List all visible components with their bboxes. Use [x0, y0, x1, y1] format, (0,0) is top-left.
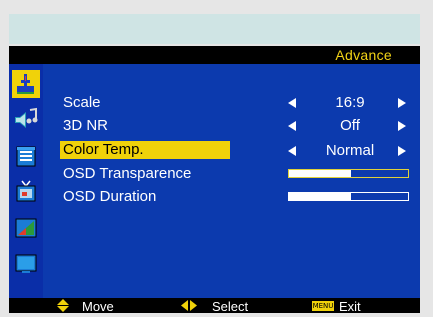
- right-arrow-icon[interactable]: [398, 146, 406, 156]
- left-right-arrow-icon: [181, 299, 197, 317]
- title-bar: Advance: [9, 46, 420, 64]
- 3d-nr-value: Off: [340, 117, 360, 134]
- tv-icon[interactable]: [12, 178, 40, 206]
- color-temp-row[interactable]: Color Temp. Normal: [43, 141, 420, 161]
- osd-duration-row[interactable]: OSD Duration: [43, 187, 420, 207]
- scale-label: Scale: [63, 94, 101, 111]
- left-arrow-icon[interactable]: [288, 98, 296, 108]
- osd-screen: Advance Scale 16:9 3D NR Off Color Temp.…: [0, 0, 433, 314]
- osd-transparence-row[interactable]: OSD Transparence: [43, 164, 420, 184]
- picture-icon[interactable]: [12, 70, 40, 98]
- osd-duration-fill: [289, 193, 351, 200]
- menu-panel: Scale 16:9 3D NR Off Color Temp. Normal …: [43, 64, 420, 298]
- sidebar: [9, 64, 43, 298]
- osd-duration-label: OSD Duration: [63, 188, 157, 205]
- exit-hint: Exit: [339, 299, 361, 314]
- color-temp-label: Color Temp.: [60, 141, 230, 159]
- menu-title: Advance: [335, 47, 392, 63]
- left-arrow-icon[interactable]: [288, 121, 296, 131]
- color-temp-value: Normal: [325, 142, 375, 159]
- scale-value: 16:9: [335, 94, 365, 111]
- footer-bar: Move Select MENU Exit: [9, 298, 420, 314]
- display-icon[interactable]: [12, 250, 40, 278]
- left-arrow-icon[interactable]: [288, 146, 296, 156]
- select-hint: Select: [212, 299, 249, 314]
- header-band: [9, 14, 420, 44]
- osd-icon[interactable]: [12, 142, 40, 170]
- 3d-nr-row[interactable]: 3D NR Off: [43, 116, 420, 136]
- up-down-arrow-icon: [57, 299, 69, 317]
- move-hint: Move: [82, 299, 114, 314]
- color-icon[interactable]: [12, 214, 40, 242]
- osd-transparence-label: OSD Transparence: [63, 165, 192, 182]
- right-arrow-icon[interactable]: [398, 98, 406, 108]
- osd-transparence-fill: [289, 170, 351, 177]
- osd-transparence-bar[interactable]: [288, 169, 409, 178]
- scale-row[interactable]: Scale 16:9: [43, 93, 420, 113]
- menu-key-icon: MENU: [312, 301, 334, 311]
- osd-duration-bar[interactable]: [288, 192, 409, 201]
- audio-icon[interactable]: [12, 106, 40, 134]
- 3d-nr-label: 3D NR: [63, 117, 109, 134]
- right-arrow-icon[interactable]: [398, 121, 406, 131]
